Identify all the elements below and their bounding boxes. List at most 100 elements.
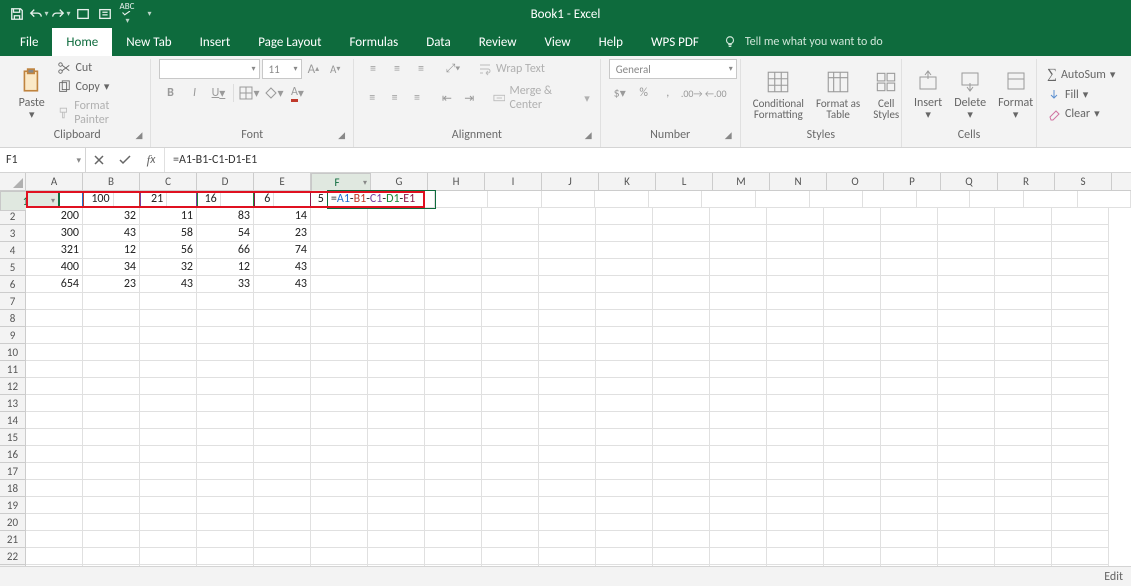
cell-O15[interactable] <box>824 429 881 446</box>
cell-S3[interactable] <box>1052 225 1109 242</box>
cell-H15[interactable] <box>425 429 482 446</box>
insert-cells-button[interactable]: Insert▾ <box>910 65 946 122</box>
cell-R4[interactable] <box>995 242 1052 259</box>
cell-R2[interactable] <box>995 208 1052 225</box>
cell-P21[interactable] <box>881 531 938 548</box>
cell-I20[interactable] <box>482 514 539 531</box>
column-header-C[interactable]: C <box>140 173 197 190</box>
cell-G5[interactable] <box>368 259 425 276</box>
cell-E5[interactable]: 43 <box>254 259 311 276</box>
cell-K1[interactable] <box>649 191 703 208</box>
cell-K9[interactable] <box>596 327 653 344</box>
cell-N2[interactable] <box>767 208 824 225</box>
cell-J9[interactable] <box>539 327 596 344</box>
cell-K23[interactable] <box>596 565 653 566</box>
cell-N19[interactable] <box>767 497 824 514</box>
cell-S5[interactable] <box>1052 259 1109 276</box>
cell-H20[interactable] <box>425 514 482 531</box>
cell-I21[interactable] <box>482 531 539 548</box>
cell-F21[interactable] <box>311 531 368 548</box>
cell-H17[interactable] <box>425 463 482 480</box>
cell-O3[interactable] <box>824 225 881 242</box>
cell-F13[interactable] <box>311 395 368 412</box>
cell-L10[interactable] <box>653 344 710 361</box>
cell-C18[interactable] <box>140 480 197 497</box>
cell-F1[interactable]: =A1-B1-C1-D1-E1 <box>328 191 435 208</box>
cell-H14[interactable] <box>425 412 482 429</box>
cell-M20[interactable] <box>710 514 767 531</box>
column-header-J[interactable]: J <box>542 173 599 190</box>
cell-J17[interactable] <box>539 463 596 480</box>
format-as-table-button[interactable]: Format as Table <box>812 66 864 122</box>
cell-Q17[interactable] <box>938 463 995 480</box>
cell-M17[interactable] <box>710 463 767 480</box>
cell-S11[interactable] <box>1052 361 1109 378</box>
cell-Q18[interactable] <box>938 480 995 497</box>
cell-I18[interactable] <box>482 480 539 497</box>
cell-Q12[interactable] <box>938 378 995 395</box>
cell-O2[interactable] <box>824 208 881 225</box>
cell-P14[interactable] <box>881 412 938 429</box>
cell-E7[interactable] <box>254 293 311 310</box>
cell-J20[interactable] <box>539 514 596 531</box>
spreadsheet-grid[interactable]: ABCDEFGHIJKLMNOPQRS 1100211665=A1-B1-C1-… <box>0 173 1131 566</box>
cut-button[interactable]: Cut <box>55 60 142 76</box>
cell-C6[interactable]: 43 <box>140 276 197 293</box>
cell-H13[interactable] <box>425 395 482 412</box>
cell-C9[interactable] <box>140 327 197 344</box>
cell-I10[interactable] <box>482 344 539 361</box>
cell-F7[interactable] <box>311 293 368 310</box>
cell-A7[interactable] <box>26 293 83 310</box>
cell-I5[interactable] <box>482 259 539 276</box>
cell-M19[interactable] <box>710 497 767 514</box>
cell-A6[interactable]: 654 <box>26 276 83 293</box>
cell-G23[interactable] <box>368 565 425 566</box>
cell-S17[interactable] <box>1052 463 1109 480</box>
cell-Q16[interactable] <box>938 446 995 463</box>
cell-S12[interactable] <box>1052 378 1109 395</box>
cell-K15[interactable] <box>596 429 653 446</box>
cell-M2[interactable] <box>710 208 767 225</box>
cell-O19[interactable] <box>824 497 881 514</box>
cell-A12[interactable] <box>26 378 83 395</box>
column-header-K[interactable]: K <box>599 173 656 190</box>
tab-formulas[interactable]: Formulas <box>336 28 413 56</box>
insert-function-button[interactable]: fx <box>138 152 164 168</box>
cell-B4[interactable]: 12 <box>83 242 140 259</box>
borders-button[interactable]: ▾ <box>238 83 260 103</box>
cell-A2[interactable]: 200 <box>26 208 83 225</box>
cell-B16[interactable] <box>83 446 140 463</box>
row-header-19[interactable]: 19 <box>0 497 26 514</box>
cell-E10[interactable] <box>254 344 311 361</box>
cell-O7[interactable] <box>824 293 881 310</box>
cell-E9[interactable] <box>254 327 311 344</box>
cell-S18[interactable] <box>1052 480 1109 497</box>
cell-M11[interactable] <box>710 361 767 378</box>
cell-P11[interactable] <box>881 361 938 378</box>
cell-M9[interactable] <box>710 327 767 344</box>
cell-A22[interactable] <box>26 548 83 565</box>
cell-B15[interactable] <box>83 429 140 446</box>
cell-N12[interactable] <box>767 378 824 395</box>
cell-E21[interactable] <box>254 531 311 548</box>
cell-D1[interactable]: 6 <box>221 191 275 208</box>
cell-L5[interactable] <box>653 259 710 276</box>
cell-Q1[interactable] <box>970 191 1024 208</box>
column-header-L[interactable]: L <box>656 173 713 190</box>
cell-S8[interactable] <box>1052 310 1109 327</box>
cell-I17[interactable] <box>482 463 539 480</box>
cell-F2[interactable] <box>311 208 368 225</box>
column-header-D[interactable]: D <box>197 173 254 190</box>
cell-E22[interactable] <box>254 548 311 565</box>
align-top-button[interactable]: ≡ <box>362 59 384 79</box>
cell-C12[interactable] <box>140 378 197 395</box>
font-name-select[interactable] <box>159 59 259 79</box>
column-header-Q[interactable]: Q <box>941 173 998 190</box>
cell-O6[interactable] <box>824 276 881 293</box>
spellcheck-icon[interactable]: ABC▾ <box>116 3 138 25</box>
cell-L12[interactable] <box>653 378 710 395</box>
cell-S10[interactable] <box>1052 344 1109 361</box>
cell-H22[interactable] <box>425 548 482 565</box>
cell-I3[interactable] <box>482 225 539 242</box>
fill-color-button[interactable]: ▾ <box>262 83 284 103</box>
